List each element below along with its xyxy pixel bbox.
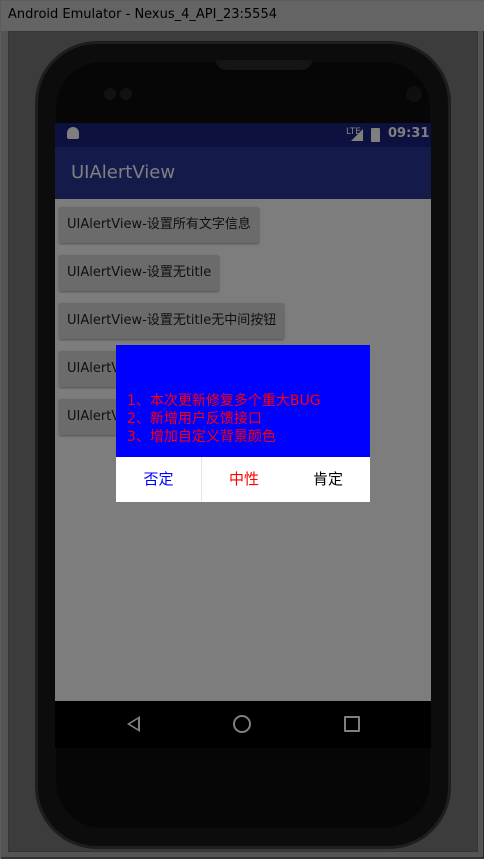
alert-dialog: 1、本次更新修复多个重大BUG 2、新增用户反馈接口 3、增加自定义背景颜色 否…: [116, 345, 370, 502]
negative-button[interactable]: 否定: [116, 457, 201, 502]
neutral-button[interactable]: 中性: [202, 457, 286, 502]
dialog-message-line: 1、本次更新修复多个重大BUG: [127, 393, 321, 409]
dialog-message-line: 2、新增用户反馈接口: [127, 411, 262, 427]
dialog-button-row: 否定 中性 肯定: [116, 457, 370, 502]
emulator-window: Android Emulator - Nexus_4_API_23:5554 L…: [0, 0, 484, 859]
positive-button[interactable]: 肯定: [286, 457, 370, 502]
dialog-message-line: 3、增加自定义背景颜色: [127, 429, 276, 445]
dialog-message-area: 1、本次更新修复多个重大BUG 2、新增用户反馈接口 3、增加自定义背景颜色: [116, 345, 370, 457]
